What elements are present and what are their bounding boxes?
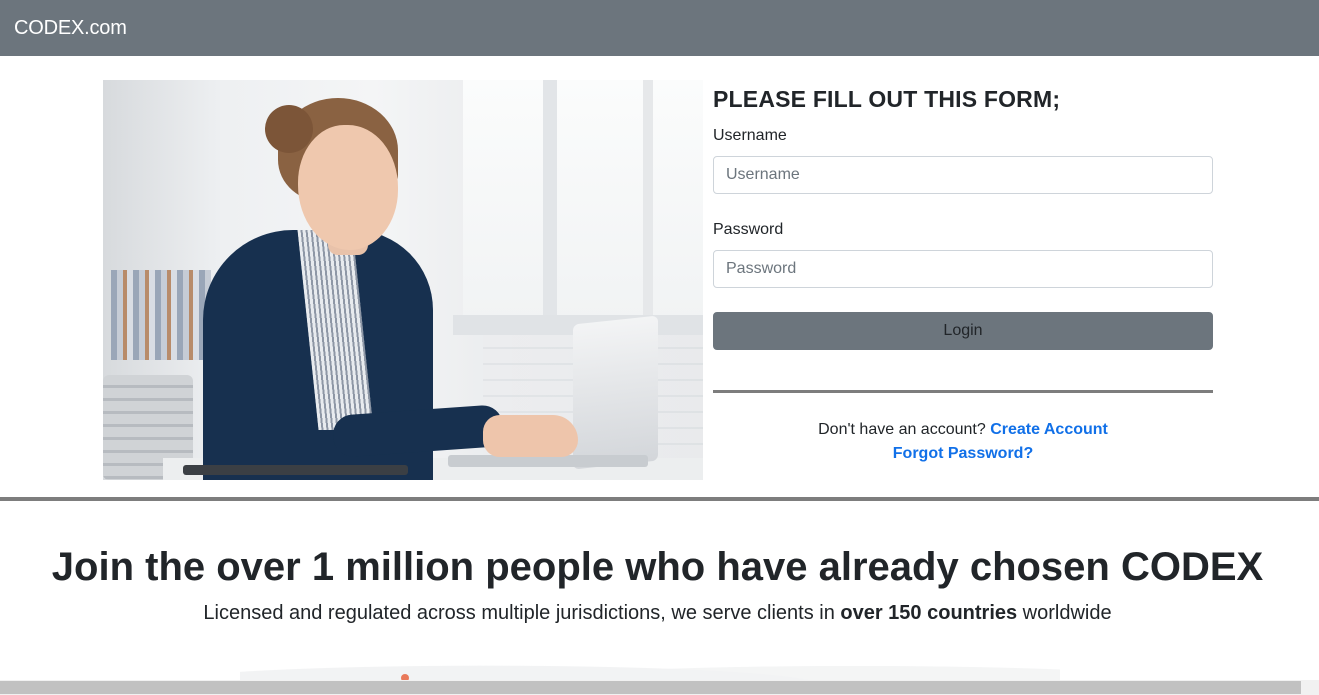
promo-subheadline: Licensed and regulated across multiple j… xyxy=(0,601,1315,625)
password-input[interactable] xyxy=(713,250,1213,288)
navbar: CODEX.com xyxy=(0,0,1319,56)
photo-window-frame xyxy=(543,80,557,330)
form-divider xyxy=(713,390,1213,393)
form-title: PLEASE FILL OUT THIS FORM; xyxy=(713,86,1061,112)
promo-headline: Join the over 1 million people who have … xyxy=(0,543,1315,591)
photo-person-hair-bun xyxy=(265,105,313,153)
brand-link[interactable]: CODEX.com xyxy=(14,16,127,40)
photo-person-hands xyxy=(483,415,578,457)
promo-headline-post: people who have already chosen CODEX xyxy=(474,545,1264,589)
section-divider xyxy=(0,497,1319,501)
hero-image xyxy=(103,80,703,480)
photo-laptop-screen xyxy=(573,315,658,470)
horizontal-scrollbar-thumb[interactable] xyxy=(0,681,1301,694)
promo-headline-highlight: over 1 million xyxy=(216,545,475,589)
photo-tablet xyxy=(183,465,408,475)
promo-headline-pre: Join the xyxy=(51,545,217,589)
password-label: Password xyxy=(713,221,784,238)
forgot-password-line: Forgot Password? xyxy=(713,445,1213,463)
photo-window xyxy=(463,80,703,320)
signup-prompt-line: Don't have an account? Create Account xyxy=(713,421,1213,439)
username-input[interactable] xyxy=(713,156,1213,194)
promo-sub-highlight: over 150 countries xyxy=(840,602,1018,624)
photo-window-frame xyxy=(643,80,653,330)
promo-sub-pre: Licensed and regulated across multiple j… xyxy=(203,602,841,624)
photo-bookshelf xyxy=(111,270,211,360)
signup-prompt-text: Don't have an account? xyxy=(818,421,986,438)
photo-person-face xyxy=(298,125,398,250)
username-label: Username xyxy=(713,127,787,144)
login-button[interactable]: Login xyxy=(713,312,1213,350)
promo-sub-post: worldwide xyxy=(1017,602,1112,624)
forgot-password-link[interactable]: Forgot Password? xyxy=(893,445,1033,462)
create-account-link[interactable]: Create Account xyxy=(990,421,1108,438)
